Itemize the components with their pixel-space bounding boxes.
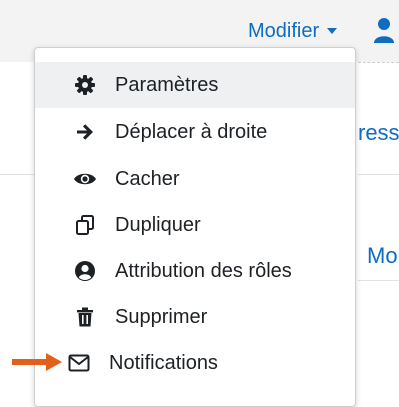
menu-item-label: Cacher [115, 167, 180, 190]
menu-item-notifications[interactable]: Notifications [35, 340, 355, 386]
envelope-icon [67, 351, 91, 375]
menu-item-label: Notifications [109, 351, 218, 374]
menu-item-label: Paramètres [115, 73, 219, 96]
menu-item-parametres[interactable]: Paramètres [35, 62, 355, 108]
divider [358, 280, 399, 281]
user-icon[interactable] [373, 16, 395, 44]
copy-icon [73, 213, 97, 237]
background-link-text[interactable]: Mo [367, 243, 398, 269]
divider [358, 174, 399, 175]
menu-item-label: Dupliquer [115, 213, 201, 236]
menu-item-label: Attribution des rôles [115, 259, 292, 282]
edit-menu-toggle[interactable]: Modifier [248, 16, 338, 46]
user-circle-icon [73, 259, 97, 283]
annotation-arrow-icon [12, 353, 62, 371]
trash-icon [73, 305, 97, 329]
edit-menu-label: Modifier [248, 19, 320, 42]
eye-icon [73, 167, 97, 191]
menu-item-deplacer-droite[interactable]: Déplacer à droite [35, 109, 355, 155]
caret-down-icon [327, 28, 338, 34]
menu-item-label: Supprimer [115, 305, 208, 328]
dashed-divider [358, 62, 399, 63]
menu-item-dupliquer[interactable]: Dupliquer [35, 202, 355, 248]
arrow-right-icon [73, 120, 97, 144]
background-link-text[interactable]: ress [358, 120, 399, 146]
menu-item-cacher[interactable]: Cacher [35, 156, 355, 202]
gear-icon [73, 73, 97, 97]
menu-item-attribution-roles[interactable]: Attribution des rôles [35, 248, 355, 294]
menu-item-supprimer[interactable]: Supprimer [35, 294, 355, 340]
menu-item-label: Déplacer à droite [115, 120, 268, 143]
edit-dropdown-menu: Paramètres Déplacer à droite Cacher Dupl… [34, 47, 356, 407]
divider [0, 174, 34, 175]
